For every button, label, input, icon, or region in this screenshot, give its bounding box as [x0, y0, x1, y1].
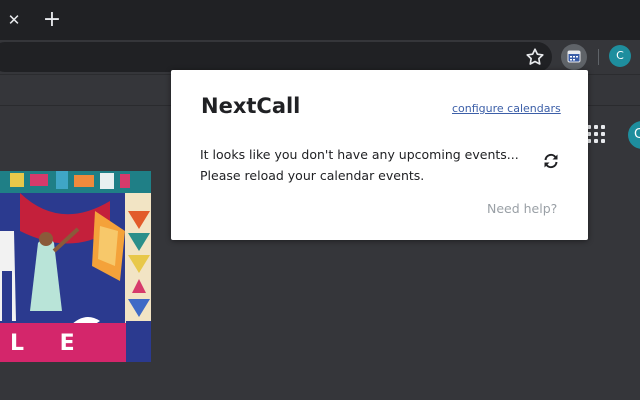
new-tab-button[interactable]: + [38, 6, 66, 34]
configure-calendars-link[interactable]: configure calendars [452, 102, 561, 115]
star-icon[interactable] [524, 46, 546, 68]
reload-icon[interactable] [542, 152, 560, 170]
toolbar-divider [598, 49, 599, 65]
account-avatar[interactable]: C [628, 121, 640, 149]
apps-grid-icon[interactable] [587, 125, 605, 143]
profile-avatar[interactable]: C [609, 45, 631, 67]
nextcall-extension-button[interactable] [561, 44, 587, 70]
tab-strip: ✕ + [0, 0, 640, 40]
nextcall-popup: NextCall configure calendars It looks li… [171, 70, 588, 240]
empty-events-message: It looks like you don't have any upcomin… [200, 144, 540, 186]
message-line-1: It looks like you don't have any upcomin… [200, 147, 519, 162]
calendar-icon [567, 48, 581, 67]
tab-close-button[interactable]: ✕ [0, 6, 28, 34]
address-bar[interactable] [0, 42, 552, 72]
message-line-2: Please reload your calendar events. [200, 168, 425, 183]
doodle-lettering: L E [10, 331, 89, 356]
browser-toolbar: C [0, 40, 640, 74]
doodle-image[interactable]: L E [0, 171, 151, 362]
need-help-link[interactable]: Need help? [487, 201, 557, 216]
popup-title: NextCall [201, 94, 301, 118]
